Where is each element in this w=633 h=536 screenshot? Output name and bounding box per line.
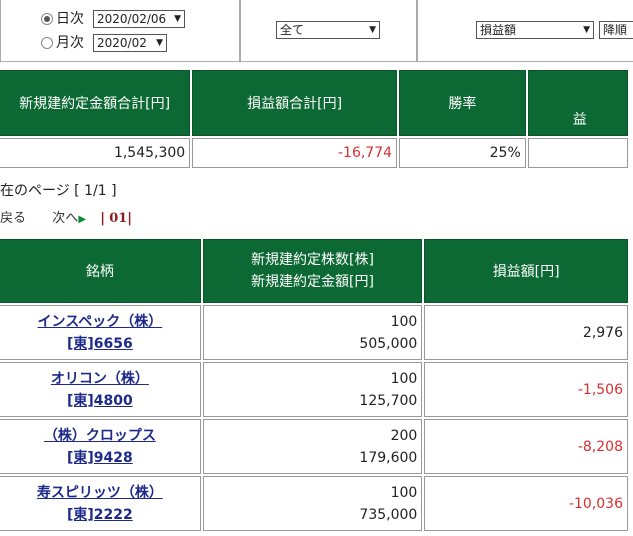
sort-filter-panel: 損益額 ▼ 降順 [417,0,633,62]
daily-date-select[interactable]: 2020/02/06 ▼ [93,10,185,28]
summary-empty-cell [527,138,628,168]
amount-value: 179,600 [359,449,418,466]
daily-label: 日次 [56,11,84,27]
category-value: 全て [280,23,305,37]
daily-date-value: 2020/02/06 [97,12,167,26]
shares-value: 100 [390,370,418,387]
stock-code-link[interactable]: [東]9428 [4,447,196,469]
chevron-down-icon: ▼ [583,25,590,35]
daily-radio[interactable] [41,13,53,25]
pl-value: -1,506 [424,362,628,417]
header-amount: 新規建約定金額[円] [251,274,374,290]
pager-sep-left: | [100,211,106,226]
stock-code-link[interactable]: [東]4800 [4,390,196,412]
summary-header-partial: 益 [527,70,628,136]
qty-amount-cell: 100 505,000 [202,305,423,360]
amount-value: 125,700 [359,392,418,409]
date-filter-panel: 日次 2020/02/06 ▼ 月次 2020/02 ▼ [0,0,240,62]
stock-cell: インスペック（株） [東]6656 [0,305,201,360]
summary-header-amount: 新規建約定金額合計[円] [0,70,191,136]
monthly-date-select[interactable]: 2020/02 ▼ [93,34,167,52]
back-link[interactable]: 戻る [0,211,26,226]
table-row: インスペック（株） [東]6656 100 505,000 2,976 [0,305,628,360]
stock-cell: 寿スピリッツ（株） [東]2222 [0,476,201,531]
summary-table: 新規建約定金額合計[円] 損益額合計[円] 勝率 益 1,545,300 -16… [0,68,630,170]
daily-option[interactable]: 日次 [41,8,84,28]
summary-header-pl: 損益額合計[円] [192,70,398,136]
summary-header-partial-text: 益 [572,112,587,128]
qty-amount-cell: 100 125,700 [202,362,423,417]
order-select[interactable]: 降順 [599,21,633,39]
shares-value: 200 [390,427,418,444]
chevron-down-icon: ▼ [369,25,376,35]
pl-value: -8,208 [424,419,628,474]
header-qty: 新規建約定株数[株] [251,252,374,268]
chevron-down-icon: ▼ [174,14,181,24]
chevron-down-icon: ▼ [156,38,163,48]
stock-code-link[interactable]: [東]6656 [4,333,196,355]
shares-value: 100 [390,313,418,330]
table-row: （株）クロップス [東]9428 200 179,600 -8,208 [0,419,628,474]
summary-total-amount: 1,545,300 [0,138,191,168]
order-value: 降順 [603,23,628,37]
table-row: オリコン（株） [東]4800 100 125,700 -1,506 [0,362,628,417]
results-table: 銘柄 新規建約定株数[株] 新規建約定金額[円] 損益額[円] インスペック（株… [0,237,630,533]
pl-value: -10,036 [424,476,628,531]
stock-name-link[interactable]: 寿スピリッツ（株） [4,482,196,504]
qty-amount-cell: 100 735,000 [202,476,423,531]
header-qty-amount: 新規建約定株数[株] 新規建約定金額[円] [202,239,423,303]
next-arrow-icon: ▶ [78,214,87,225]
monthly-label: 月次 [56,35,84,51]
pager-nav: 戻る 次へ▶ | 01| [0,207,132,226]
header-stock: 銘柄 [0,239,201,303]
monthly-date-value: 2020/02 [97,36,147,50]
category-select[interactable]: 全て ▼ [276,21,380,39]
stock-cell: オリコン（株） [東]4800 [0,362,201,417]
category-filter-panel: 全て ▼ [240,0,417,62]
page-01-link[interactable]: 01 [109,211,127,226]
monthly-option[interactable]: 月次 [41,32,84,52]
stock-cell: （株）クロップス [東]9428 [0,419,201,474]
metric-value: 損益額 [480,23,517,37]
pager-sep-right: | [127,211,133,226]
summary-win-rate: 25% [399,138,526,168]
amount-value: 505,000 [359,335,418,352]
metric-select[interactable]: 損益額 ▼ [476,21,594,39]
shares-value: 100 [390,484,418,501]
monthly-radio[interactable] [41,37,53,49]
stock-name-link[interactable]: オリコン（株） [4,368,196,390]
table-row: 寿スピリッツ（株） [東]2222 100 735,000 -10,036 [0,476,628,531]
next-link[interactable]: 次へ [52,211,78,226]
stock-name-link[interactable]: インスペック（株） [4,311,196,333]
summary-total-pl: -16,774 [192,138,398,168]
header-pl: 損益額[円] [424,239,628,303]
pl-value: 2,976 [424,305,628,360]
pager-status: 在のページ [ 1/1 ] [0,183,117,199]
stock-code-link[interactable]: [東]2222 [4,504,196,526]
qty-amount-cell: 200 179,600 [202,419,423,474]
stock-name-link[interactable]: （株）クロップス [4,425,196,447]
amount-value: 735,000 [359,506,418,523]
summary-header-winrate: 勝率 [399,70,526,136]
